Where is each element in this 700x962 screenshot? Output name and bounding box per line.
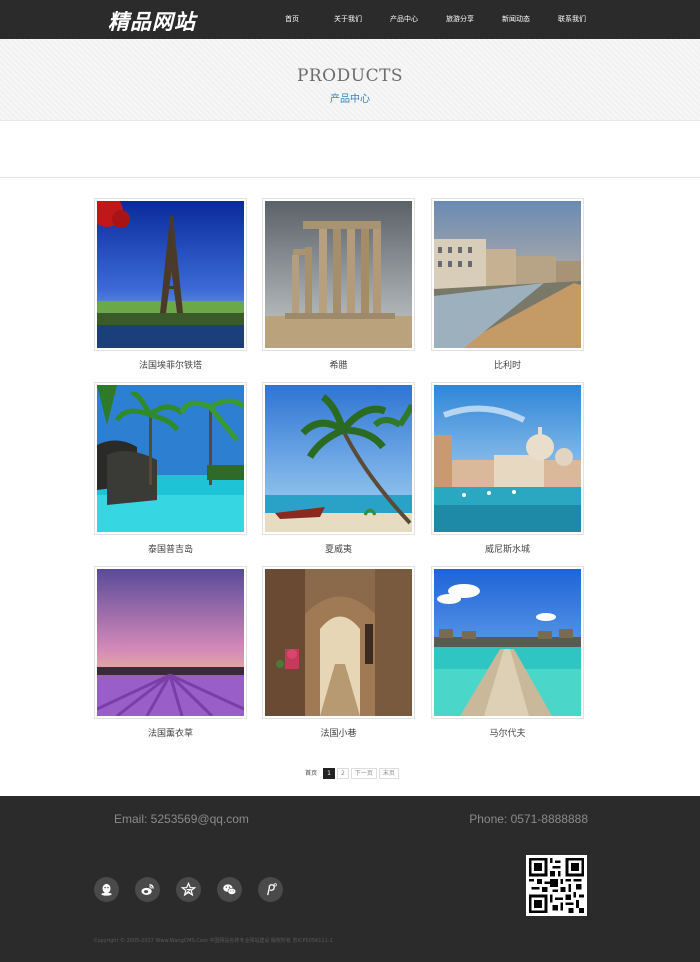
nav-item-about[interactable]: 关于我们 (320, 0, 376, 39)
banner-title-cn: 产品中心 (330, 94, 370, 105)
palm-beach-image (265, 385, 412, 532)
product-name[interactable]: 夏威夷 (262, 542, 415, 555)
product-image[interactable] (94, 198, 247, 351)
product-name[interactable]: 法国埃菲尔铁塔 (94, 358, 247, 371)
qr-code-image (529, 858, 584, 913)
site-footer: Email: 5253569@qq.com Phone: 0571-888888… (0, 796, 700, 962)
copyright-text: Copyright © 2005-2017 Www.WangCMS.Com 中国… (94, 938, 333, 944)
main-nav: 首页 关于我们 产品中心 旅游分享 新闻动态 联系我们 (264, 0, 600, 39)
pagination-next[interactable]: 下一页 (350, 768, 377, 779)
nav-item-contact[interactable]: 联系我们 (544, 0, 600, 39)
pagination-last[interactable]: 末页 (378, 768, 399, 779)
maldives-pier-image (434, 569, 581, 716)
section-divider (0, 177, 700, 178)
pinterest-icon[interactable] (258, 877, 283, 902)
product-name[interactable]: 威尼斯水城 (431, 542, 584, 555)
venice-city-image (434, 385, 581, 532)
french-alley-image (265, 569, 412, 716)
social-links (94, 877, 283, 902)
qr-code (526, 855, 587, 916)
lavender-field-image (97, 569, 244, 716)
product-name[interactable]: 法国薰衣草 (94, 726, 247, 739)
product-name[interactable]: 法国小巷 (262, 726, 415, 739)
wechat-icon[interactable] (217, 877, 242, 902)
nav-item-products[interactable]: 产品中心 (376, 0, 432, 39)
qq-icon[interactable] (94, 877, 119, 902)
product-name[interactable]: 比利时 (431, 358, 584, 371)
nav-item-news[interactable]: 新闻动态 (488, 0, 544, 39)
product-image[interactable] (262, 566, 415, 719)
pagination-page-1[interactable]: 1 (323, 768, 335, 779)
canal-city-image (434, 201, 581, 348)
nav-item-travel[interactable]: 旅游分享 (432, 0, 488, 39)
footer-email: Email: 5253569@qq.com (114, 812, 249, 826)
pagination: 首页 1 2 下一页 末页 (0, 768, 700, 779)
top-navbar: 精品网站 首页 关于我们 产品中心 旅游分享 新闻动态 联系我们 (0, 0, 700, 39)
star-icon[interactable] (176, 877, 201, 902)
product-image[interactable] (94, 566, 247, 719)
weibo-icon[interactable] (135, 877, 160, 902)
product-image[interactable] (431, 382, 584, 535)
product-image[interactable] (94, 382, 247, 535)
site-logo[interactable]: 精品网站 (108, 6, 196, 36)
product-name[interactable]: 马尔代夫 (431, 726, 584, 739)
nav-item-home[interactable]: 首页 (264, 0, 320, 39)
eiffel-tower-image (97, 201, 244, 348)
greek-temple-image (265, 201, 412, 348)
product-name[interactable]: 泰国普吉岛 (94, 542, 247, 555)
pagination-first[interactable]: 首页 (301, 768, 322, 779)
product-image[interactable] (431, 198, 584, 351)
page-banner: PRODUCTS 产品中心 (0, 39, 700, 121)
product-image[interactable] (431, 566, 584, 719)
product-name[interactable]: 希腊 (262, 358, 415, 371)
footer-phone: Phone: 0571-8888888 (469, 812, 588, 826)
product-image[interactable] (262, 382, 415, 535)
tropical-pool-image (97, 385, 244, 532)
product-image[interactable] (262, 198, 415, 351)
pagination-page-2[interactable]: 2 (336, 768, 349, 779)
page: 精品网站 首页 关于我们 产品中心 旅游分享 新闻动态 联系我们 PRODUCT… (0, 0, 700, 962)
banner-title-en: PRODUCTS (296, 66, 404, 86)
